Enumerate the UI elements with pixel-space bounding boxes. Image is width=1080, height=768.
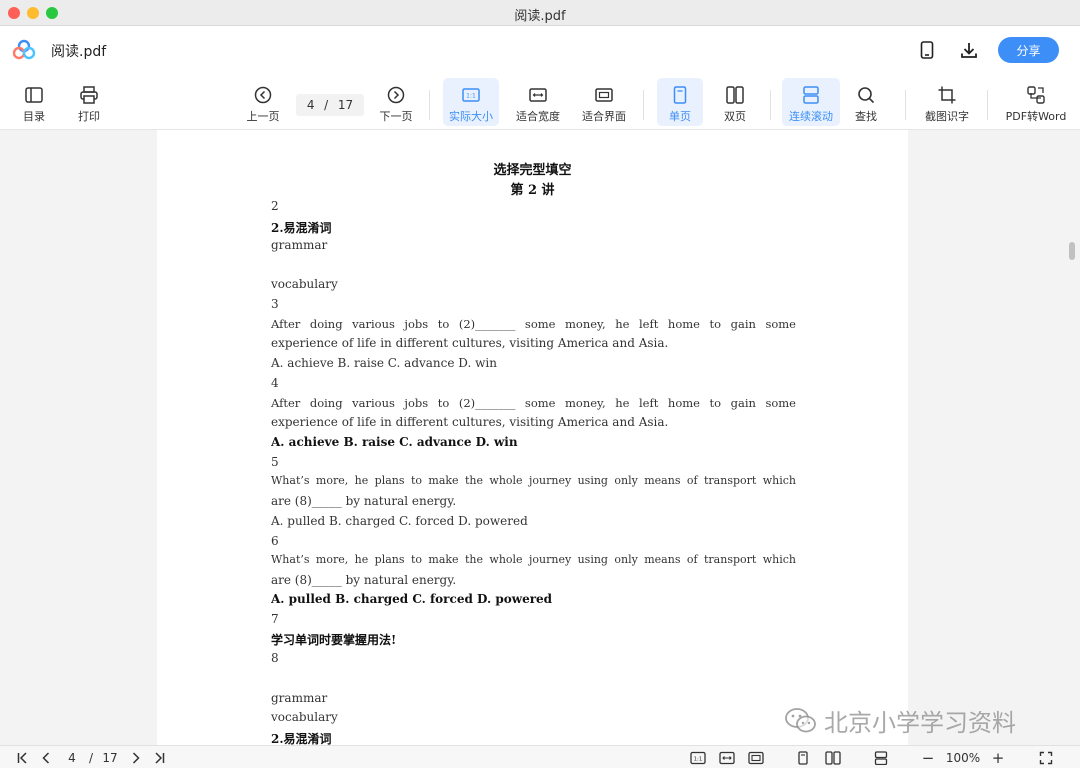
document-name: 阅读.pdf <box>51 44 107 60</box>
fullscreen-icon[interactable] <box>1037 749 1055 766</box>
text-line: 学习单词时要掌握用法! <box>271 633 397 647</box>
last-page-icon[interactable] <box>150 749 168 766</box>
svg-text:1:1: 1:1 <box>466 93 476 100</box>
text-line: What’s more, he plans to make the whole … <box>271 474 796 487</box>
status-page-separator: / <box>88 750 94 765</box>
text-line: A. achieve B. raise C. advance D. win <box>271 356 497 370</box>
app-logo-icon <box>12 39 36 60</box>
text-line: 4 <box>271 376 279 390</box>
text-line: are (8)_____ by natural energy. <box>271 494 457 508</box>
text-line: 8 <box>271 651 279 665</box>
status-total-pages: 17 <box>102 750 118 765</box>
zoom-in-button[interactable]: + <box>990 749 1006 767</box>
doc-title-line2: 第 2 讲 <box>510 183 555 198</box>
status-bar: 4 / 17 1:1 − 100% + <box>0 745 1080 768</box>
text-line: 2.易混淆词 <box>271 221 332 235</box>
text-line: 3 <box>271 297 279 311</box>
fit-screen-icon <box>595 88 613 102</box>
single-page-button[interactable]: 单页 <box>657 78 703 126</box>
text-line: vocabulary <box>271 710 338 724</box>
fit-screen-icon[interactable] <box>746 749 766 766</box>
single-page-icon[interactable] <box>794 749 812 766</box>
text-line: What’s more, he plans to make the whole … <box>271 553 796 566</box>
double-page-button[interactable]: 双页 <box>712 78 758 126</box>
text-line: A. achieve B. raise C. advance D. win <box>271 435 518 449</box>
continuous-scroll-button[interactable]: 连续滚动 <box>782 78 840 126</box>
double-page-icon[interactable] <box>823 749 843 766</box>
double-page-icon <box>726 86 744 104</box>
text-line: After doing various jobs to (2)_______ s… <box>271 396 796 410</box>
continuous-scroll-icon <box>803 86 819 104</box>
text-line: experience of life in different cultures… <box>271 336 669 350</box>
fit-screen-button[interactable]: 适合界面 <box>576 78 632 126</box>
zoom-level[interactable]: 100% <box>943 749 983 766</box>
current-page: 4 <box>306 98 315 112</box>
screenshot-ocr-button[interactable]: 截图识字 <box>918 78 976 126</box>
toolbar-divider <box>905 90 906 120</box>
chevron-right-circle-icon <box>387 86 405 104</box>
prev-page-icon[interactable] <box>37 749 55 766</box>
actual-size-button[interactable]: 1:1 实际大小 <box>443 78 499 126</box>
find-button[interactable]: 查找 <box>846 78 886 126</box>
search-icon <box>858 87 875 104</box>
text-line: 2.易混淆词 <box>271 732 332 745</box>
crop-icon <box>938 86 956 104</box>
toolbar-divider <box>429 90 430 120</box>
text-line: A. pulled B. charged C. forced D. powere… <box>271 514 528 528</box>
next-page-icon[interactable] <box>127 749 145 766</box>
text-line: experience of life in different cultures… <box>271 415 669 429</box>
wechat-icon <box>785 707 816 732</box>
chevron-left-circle-icon <box>254 86 272 104</box>
app-header: 阅读.pdf 分享 <box>0 26 1080 74</box>
fit-width-icon <box>529 88 547 102</box>
doc-title-line1: 选择完型填空 <box>493 163 572 178</box>
download-icon[interactable] <box>957 38 981 62</box>
svg-text:1:1: 1:1 <box>694 756 703 762</box>
first-page-icon[interactable] <box>14 749 32 766</box>
prev-page-button[interactable]: 上一页 <box>243 78 283 126</box>
text-line: 2 <box>271 199 279 213</box>
next-page-button[interactable]: 下一页 <box>376 78 416 126</box>
page-number-input[interactable]: 4 / 17 <box>296 94 364 116</box>
continuous-scroll-icon[interactable] <box>872 749 890 766</box>
window-title: 阅读.pdf <box>514 9 566 24</box>
convert-icon <box>1027 86 1045 104</box>
page-separator: / <box>324 98 329 112</box>
text-line: 6 <box>271 534 279 548</box>
text-line: are (8)_____ by natural energy. <box>271 573 457 587</box>
toc-button[interactable]: 目录 <box>14 78 54 126</box>
text-line: A. pulled B. charged C. forced D. powere… <box>271 592 553 606</box>
mobile-icon[interactable] <box>915 38 939 62</box>
pdf-page: 选择完型填空 第 2 讲 2 2.易混淆词 grammar vocabulary… <box>157 130 908 745</box>
single-page-icon <box>673 86 687 104</box>
watermark: 北京小学学习资料 <box>784 703 1016 738</box>
toolbar: 目录 打印 上一页 4 / 17 下一页 1:1 实际大小 适合宽度 适合界面 … <box>0 74 1080 130</box>
vertical-scrollbar-thumb[interactable] <box>1069 242 1075 260</box>
watermark-text: 北京小学学习资料 <box>824 709 1016 737</box>
printer-icon <box>80 86 98 104</box>
share-button[interactable]: 分享 <box>998 37 1059 63</box>
fit-width-icon[interactable] <box>717 749 737 766</box>
zoom-out-button[interactable]: − <box>920 749 936 767</box>
text-line: 7 <box>271 612 279 626</box>
pdf-to-word-button[interactable]: PDF转Word <box>1000 78 1072 126</box>
text-line: 5 <box>271 455 279 469</box>
actual-size-icon[interactable]: 1:1 <box>688 749 708 766</box>
total-pages: 17 <box>337 98 354 112</box>
sidebar-icon <box>25 87 43 103</box>
text-line: After doing various jobs to (2)_______ s… <box>271 317 796 331</box>
actual-size-icon: 1:1 <box>462 88 480 102</box>
fit-width-button[interactable]: 适合宽度 <box>510 78 566 126</box>
print-button[interactable]: 打印 <box>69 78 109 126</box>
text-line: grammar <box>271 238 328 252</box>
text-line: grammar <box>271 691 328 705</box>
status-current-page[interactable]: 4 <box>64 749 80 766</box>
window-titlebar: 阅读.pdf <box>0 0 1080 26</box>
text-line: vocabulary <box>271 277 338 291</box>
toolbar-divider <box>987 90 988 120</box>
toolbar-divider <box>643 90 644 120</box>
document-viewer[interactable]: 选择完型填空 第 2 讲 2 2.易混淆词 grammar vocabulary… <box>0 130 1080 745</box>
toolbar-divider <box>770 90 771 120</box>
